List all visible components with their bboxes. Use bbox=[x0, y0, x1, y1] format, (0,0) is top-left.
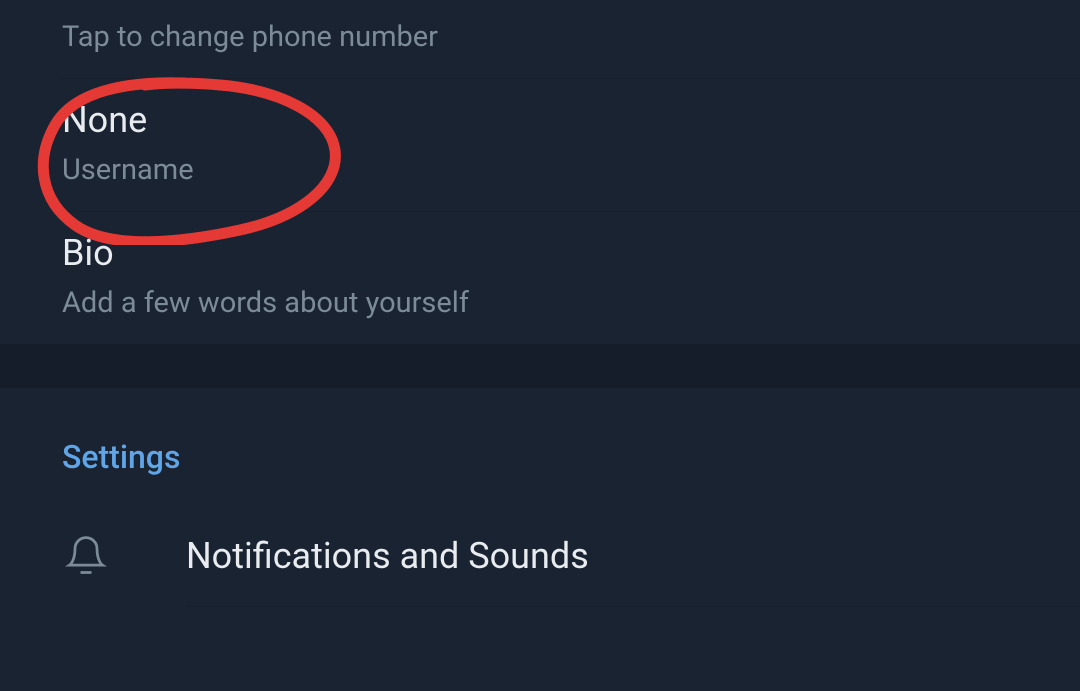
username-value: None bbox=[62, 99, 1080, 141]
settings-header: Settings bbox=[0, 388, 1080, 506]
section-gap bbox=[0, 344, 1080, 388]
username-label: Username bbox=[62, 153, 1080, 187]
bell-icon bbox=[62, 532, 110, 580]
username-row[interactable]: None Username bbox=[0, 79, 1080, 211]
bio-value: Bio bbox=[62, 232, 1080, 274]
bio-label: Add a few words about yourself bbox=[62, 286, 1080, 320]
bio-row[interactable]: Bio Add a few words about yourself bbox=[0, 212, 1080, 344]
notifications-row[interactable]: Notifications and Sounds bbox=[0, 506, 1080, 606]
phone-hint[interactable]: Tap to change phone number bbox=[0, 0, 1080, 78]
notifications-label: Notifications and Sounds bbox=[186, 535, 589, 577]
divider bbox=[186, 606, 1080, 607]
